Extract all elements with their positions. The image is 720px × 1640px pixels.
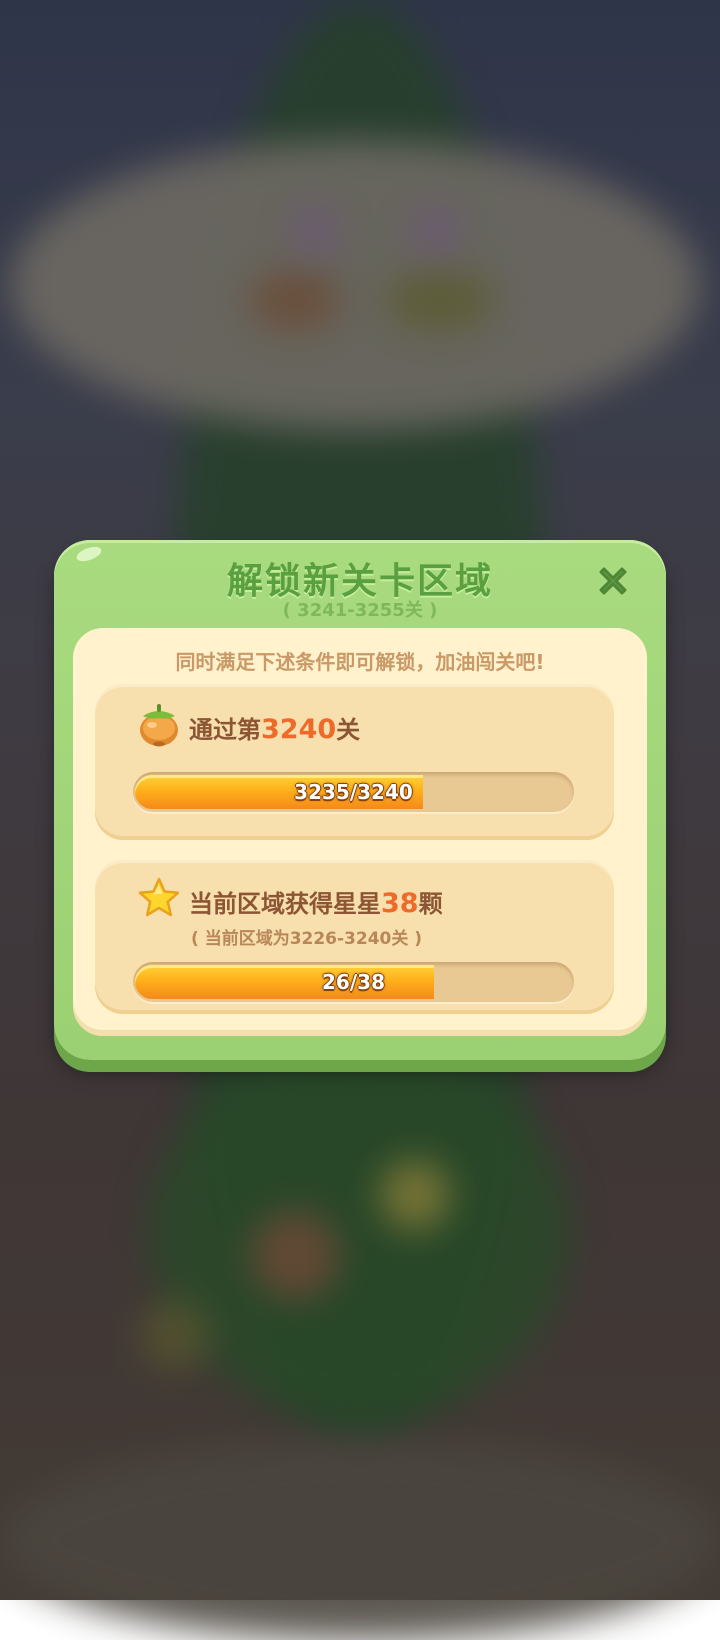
target-level-number: 3240: [261, 714, 337, 745]
persimmon-fruit-icon: [137, 700, 181, 752]
level-progress-label: 3235/3240: [294, 780, 413, 804]
condition-prefix: 当前区域获得星星: [189, 890, 381, 918]
unlock-area-dialog: 解锁新关卡区域 ( 3241-3255关 ) 同时满足下述条件即可解锁，加油闯关…: [54, 540, 666, 1060]
conditions-panel: 同时满足下述条件即可解锁，加油闯关吧! 通过第3240关 3235/3240 当…: [73, 628, 647, 1036]
target-star-count: 38: [381, 888, 419, 919]
condition-card-stars: 当前区域获得星星38颗 ( 当前区域为3226-3240关 ) 26/38: [95, 860, 614, 1014]
condition-stars-text: 当前区域获得星星38颗: [189, 884, 443, 919]
current-area-note: ( 当前区域为3226-3240关 ): [191, 929, 423, 949]
condition-suffix: 关: [336, 716, 361, 744]
condition-prefix: 通过第: [189, 716, 261, 744]
condition-suffix: 颗: [418, 890, 443, 918]
condition-card-pass-level: 通过第3240关 3235/3240: [95, 684, 614, 840]
star-progress-bar: 26/38: [133, 962, 574, 1002]
level-progress-bar: 3235/3240: [133, 772, 574, 812]
condition-pass-level-text: 通过第3240关: [189, 710, 360, 745]
unlock-hint: 同时满足下述条件即可解锁，加油闯关吧!: [175, 650, 545, 674]
close-icon[interactable]: [594, 562, 632, 600]
star-icon: [137, 876, 181, 924]
star-progress-label: 26/38: [322, 970, 385, 994]
level-range: ( 3241-3255关 ): [282, 600, 438, 621]
